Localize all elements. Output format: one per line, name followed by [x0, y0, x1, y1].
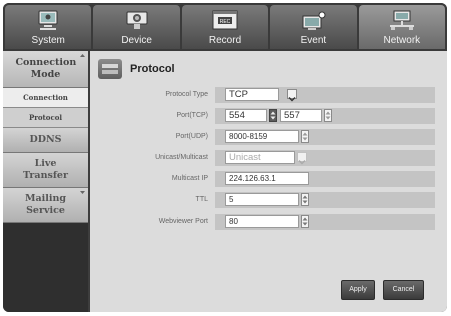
protocol-type-label: Protocol Type	[165, 91, 208, 98]
sidebar-item-live-transfer[interactable]: Live Transfer	[3, 153, 88, 188]
port-tcp-end-stepper[interactable]	[324, 109, 332, 122]
tab-event-label: Event	[300, 35, 327, 46]
tab-system[interactable]: System	[5, 5, 92, 49]
multicast-ip-label: Multicast IP	[171, 175, 208, 182]
port-tcp-label: Port(TCP)	[176, 112, 209, 119]
port-tcp-start-stepper[interactable]	[269, 109, 277, 122]
tab-device-label: Device	[121, 35, 152, 46]
top-navigation: System Device REC Record Event Network	[3, 3, 447, 51]
field-bar: 80	[215, 214, 435, 230]
network-icon	[389, 10, 414, 30]
rec-badge: REC	[220, 19, 231, 25]
ttl-input[interactable]: 5	[225, 193, 299, 206]
row-port-udp: Port(UDP) 8000-8159	[90, 129, 447, 145]
webviewer-port-input[interactable]: 80	[225, 215, 299, 228]
multicast-ip-input[interactable]: 224.126.63.1	[225, 172, 309, 185]
event-icon	[302, 11, 326, 30]
sidebar-subitem-label: Protocol	[28, 113, 63, 122]
unicast-multicast-select[interactable]: Unicast	[225, 151, 295, 164]
protocol-icon	[98, 59, 122, 79]
field-bar: TCP	[215, 87, 435, 103]
sidebar-subitem-label: Connection	[23, 93, 68, 102]
tab-network-label: Network	[383, 35, 421, 46]
unicast-multicast-label: Unicast/Multicast	[155, 154, 208, 161]
sidebar-item-label: DDNS	[29, 134, 62, 145]
page-title: Protocol	[130, 63, 175, 75]
sidebar-item-connection-mode[interactable]: Connection Mode	[3, 51, 88, 88]
record-icon: REC	[212, 10, 238, 30]
row-ttl: TTL 5	[90, 192, 447, 208]
port-udp-stepper[interactable]	[301, 130, 309, 143]
cancel-button[interactable]: Cancel	[383, 280, 424, 300]
field-bar: 8000-8159	[215, 129, 435, 145]
tab-event[interactable]: Event	[270, 5, 357, 49]
webviewer-port-label: Webviewer Port	[158, 218, 208, 225]
sidebar-item-label: Live Transfer	[23, 158, 68, 181]
panel-header: Protocol	[98, 57, 175, 81]
protocol-panel: Protocol Protocol Type TCP Port(TCP) 554…	[90, 51, 447, 312]
tab-system-label: System	[31, 35, 65, 46]
chevron-down-icon[interactable]	[297, 152, 307, 165]
port-tcp-end-input[interactable]: 557	[280, 109, 322, 122]
sidebar: Connection Mode Connection Protocol DDNS…	[3, 51, 88, 312]
chevron-up-icon	[80, 54, 85, 57]
row-protocol-type: Protocol Type TCP	[90, 87, 447, 103]
row-webviewer-port: Webviewer Port 80	[90, 214, 447, 230]
device-icon	[126, 11, 148, 29]
tab-device[interactable]: Device	[93, 5, 180, 49]
tab-record-label: Record	[208, 35, 242, 46]
chevron-down-icon[interactable]	[287, 89, 297, 102]
ttl-stepper[interactable]	[301, 193, 309, 206]
port-tcp-start-input[interactable]: 554	[225, 109, 267, 122]
app-window: System Device REC Record Event Network C…	[3, 3, 447, 312]
ttl-label: TTL	[195, 196, 208, 203]
sidebar-subitem-protocol[interactable]: Protocol	[3, 108, 88, 128]
port-udp-input[interactable]: 8000-8159	[225, 130, 299, 143]
tab-network[interactable]: Network	[358, 5, 446, 49]
field-bar: 554 557	[215, 108, 435, 124]
row-unicast-multicast: Unicast/Multicast Unicast	[90, 150, 447, 166]
chevron-down-icon	[80, 191, 85, 194]
sidebar-subitem-connection[interactable]: Connection	[3, 88, 88, 108]
sidebar-item-ddns[interactable]: DDNS	[3, 128, 88, 153]
tab-record[interactable]: REC Record	[181, 5, 269, 49]
sidebar-item-label: Connection Mode	[15, 57, 77, 80]
apply-button[interactable]: Apply	[341, 280, 375, 300]
system-icon	[38, 10, 58, 30]
protocol-type-select[interactable]: TCP	[225, 88, 279, 101]
sidebar-item-label: Mailing Service	[24, 193, 67, 216]
field-bar: 5	[215, 192, 435, 208]
webviewer-port-stepper[interactable]	[301, 215, 309, 228]
field-bar: 224.126.63.1	[215, 171, 435, 187]
port-udp-label: Port(UDP)	[175, 133, 208, 140]
row-multicast-ip: Multicast IP 224.126.63.1	[90, 171, 447, 187]
sidebar-item-mailing-service[interactable]: Mailing Service	[3, 188, 88, 223]
field-bar: Unicast	[215, 150, 435, 166]
row-port-tcp: Port(TCP) 554 557	[90, 108, 447, 124]
